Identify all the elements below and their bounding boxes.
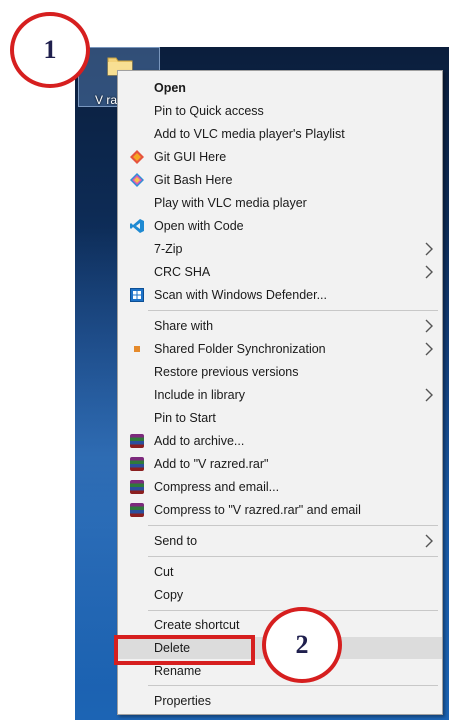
winrar-icon [130,434,144,448]
menu-item-git-gui[interactable]: Git GUI Here [118,146,442,168]
step-1-callout: 1 [10,12,90,88]
menu-item-add-vlc-playlist[interactable]: Add to VLC media player's Playlist [118,123,442,145]
menu-item-copy[interactable]: Copy [118,584,442,606]
chevron-right-icon [425,319,433,333]
menu-separator [148,685,438,686]
menu-item-open[interactable]: Open [118,77,442,99]
chevron-right-icon [425,388,433,402]
chevron-right-icon [425,265,433,279]
winrar-icon [130,503,144,517]
winrar-icon [130,480,144,494]
sync-icon [134,346,140,352]
menu-item-7zip[interactable]: 7-Zip [118,238,442,260]
menu-item-add-to-archive[interactable]: Add to archive... [118,430,442,452]
menu-item-add-to-rar[interactable]: Add to "V razred.rar" [118,453,442,475]
menu-item-play-vlc[interactable]: Play with VLC media player [118,192,442,214]
menu-item-open-with-code[interactable]: Open with Code [118,215,442,237]
delete-highlight-box [114,635,255,665]
menu-item-cut[interactable]: Cut [118,561,442,583]
menu-item-include-library[interactable]: Include in library [118,384,442,406]
step-1-number: 1 [43,35,57,64]
chevron-right-icon [425,242,433,256]
chevron-right-icon [425,534,433,548]
menu-item-share-with[interactable]: Share with [118,315,442,337]
menu-item-properties[interactable]: Properties [118,690,442,712]
menu-item-scan-defender[interactable]: Scan with Windows Defender... [118,284,442,306]
windows-defender-icon [130,288,144,302]
menu-item-crc-sha[interactable]: CRC SHA [118,261,442,283]
menu-item-pin-to-start[interactable]: Pin to Start [118,407,442,429]
menu-item-shared-folder-sync[interactable]: Shared Folder Synchronization [118,338,442,360]
menu-item-send-to[interactable]: Send to [118,530,442,552]
menu-item-git-bash[interactable]: Git Bash Here [118,169,442,191]
git-bash-icon [130,173,144,187]
git-gui-icon [130,150,144,164]
step-2-callout: 2 [262,607,342,683]
desktop-folder-label: V ra [95,93,118,107]
step-2-number: 2 [295,630,309,659]
winrar-icon [130,457,144,471]
menu-separator [148,556,438,557]
menu-item-pin-quick-access[interactable]: Pin to Quick access [118,100,442,122]
menu-item-compress-email[interactable]: Compress and email... [118,476,442,498]
menu-item-compress-rar-email[interactable]: Compress to "V razred.rar" and email [118,499,442,521]
menu-item-restore-previous[interactable]: Restore previous versions [118,361,442,383]
vscode-icon [130,219,144,233]
menu-separator [148,310,438,311]
menu-separator [148,525,438,526]
chevron-right-icon [425,342,433,356]
